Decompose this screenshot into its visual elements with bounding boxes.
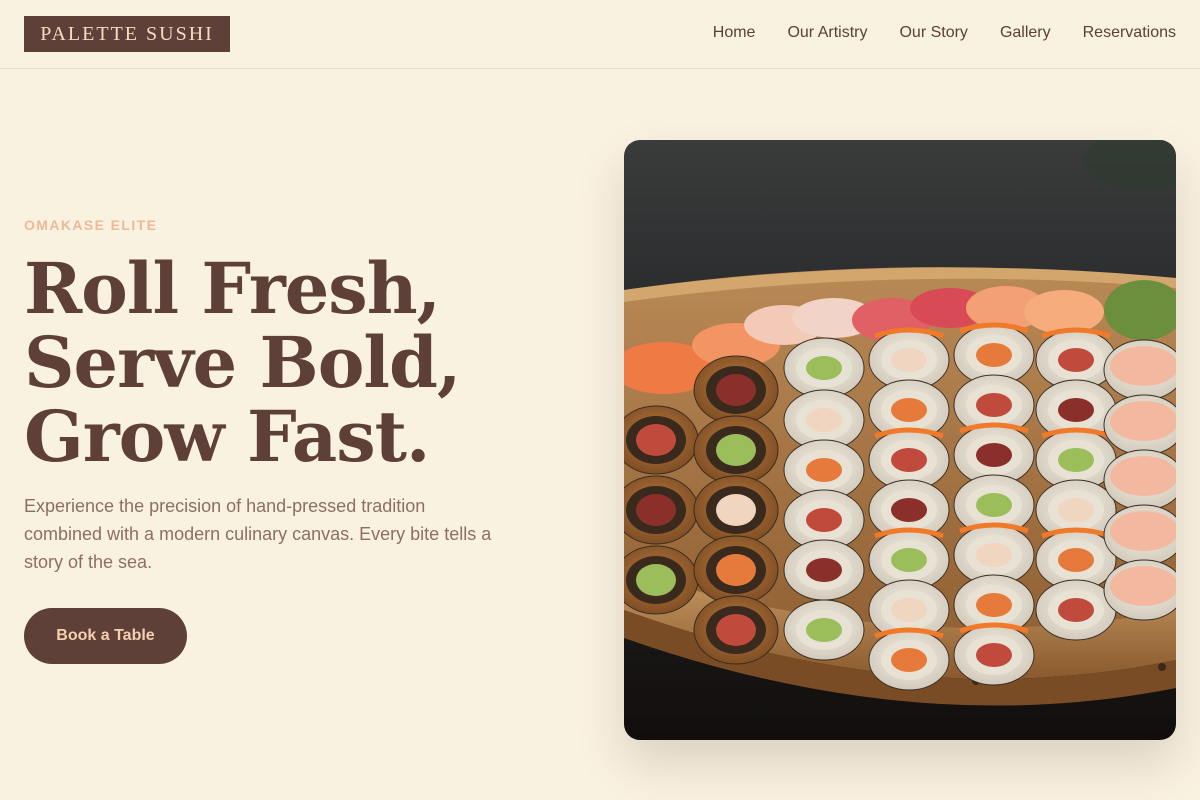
hero-description: Experience the precision of hand-pressed…: [24, 496, 492, 572]
nav-our-story[interactable]: Our Story: [899, 21, 967, 45]
nav-home[interactable]: Home: [713, 21, 756, 45]
nav-our-artistry[interactable]: Our Artistry: [787, 21, 867, 45]
nav-gallery[interactable]: Gallery: [1000, 21, 1051, 45]
hero-headline: Roll Fresh, Serve Bold, Grow Fast.: [24, 252, 544, 474]
logo[interactable]: PALETTE SUSHI: [24, 16, 230, 52]
main-nav: Home Our Artistry Our Story Gallery Rese…: [713, 21, 1176, 45]
hero-eyebrow: OMAKASE ELITE: [24, 217, 158, 233]
hero-sushi-image: [624, 140, 1176, 740]
book-table-button[interactable]: Book a Table: [24, 608, 187, 664]
headline-line-1: Roll Fresh,: [24, 247, 441, 330]
nav-reservations[interactable]: Reservations: [1083, 21, 1176, 45]
site-header: PALETTE SUSHI Home Our Artistry Our Stor…: [0, 0, 1200, 69]
sushi-platter-illustration: [624, 140, 1176, 740]
headline-line-2: Serve Bold,: [24, 321, 461, 404]
headline-line-3: Grow Fast.: [24, 395, 430, 478]
sushi-rolls: [624, 322, 1176, 691]
